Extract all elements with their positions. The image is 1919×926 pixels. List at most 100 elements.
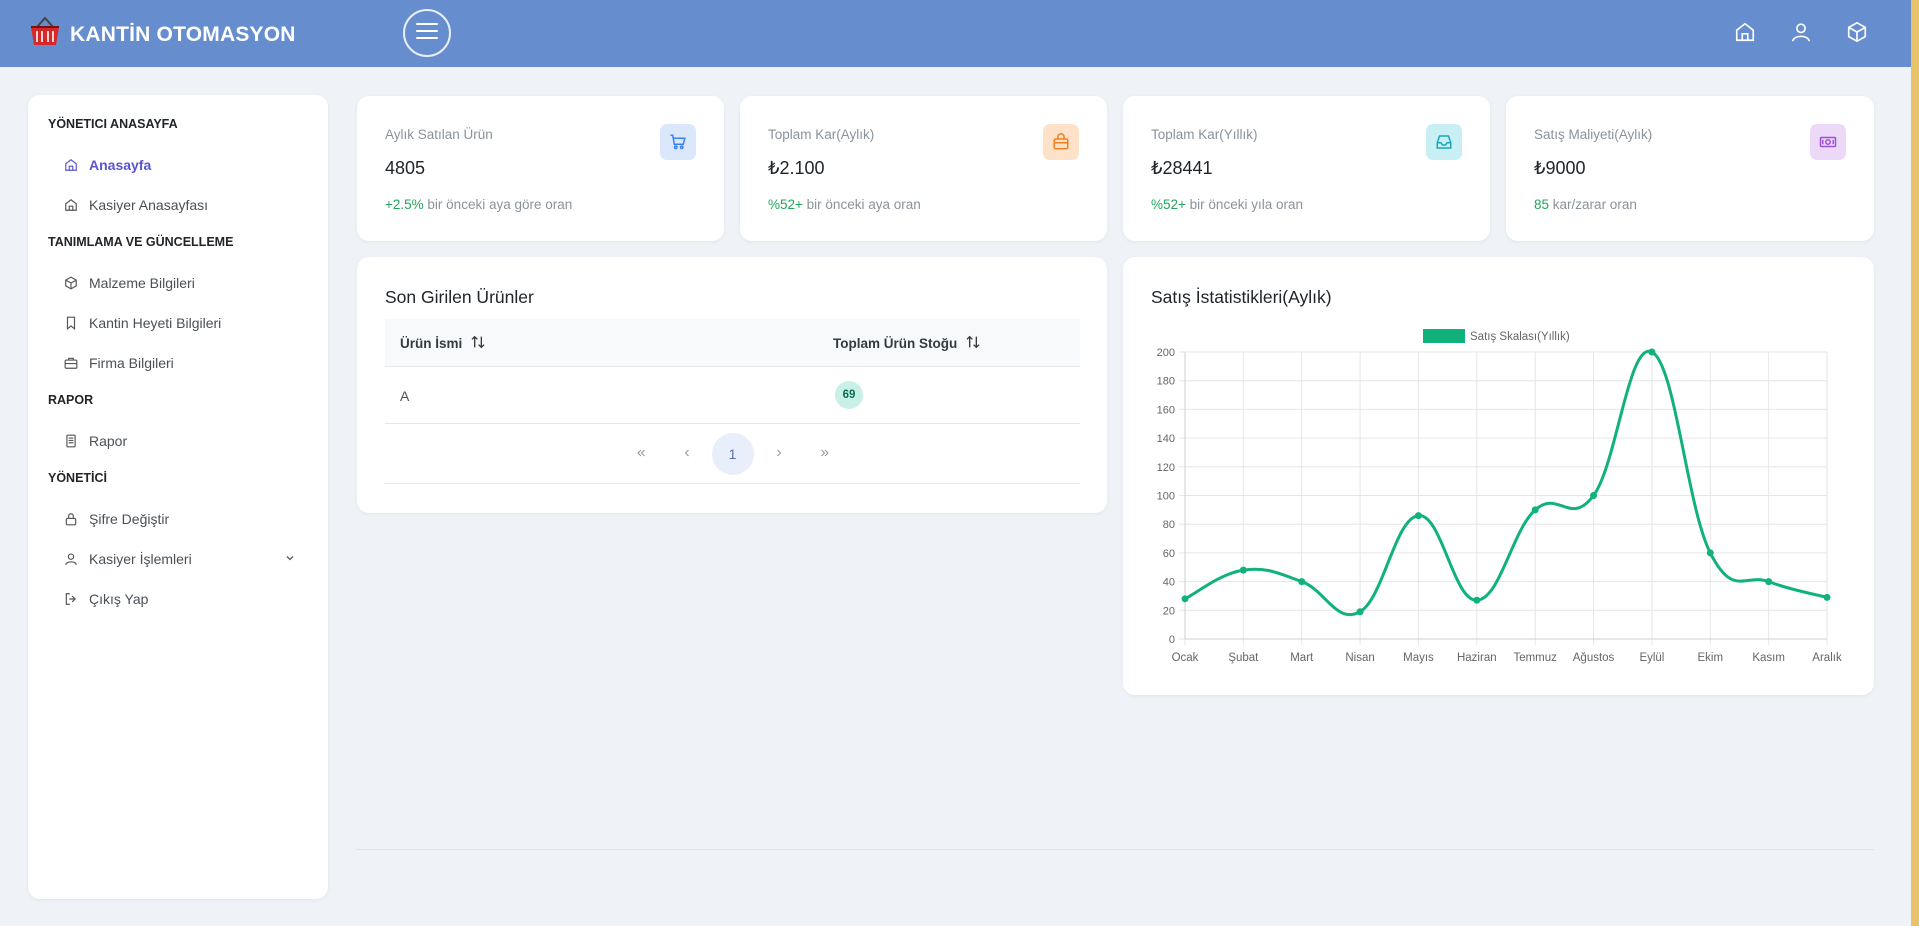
- app-logo[interactable]: KANTİN OTOMASYON: [28, 15, 296, 54]
- home-icon: [63, 157, 79, 173]
- table-header: Ürün İsmi Toplam Ürün Stoğu: [385, 319, 1080, 367]
- x-tick-label: Kasım: [1752, 652, 1785, 664]
- stat-value: ₺28441: [1151, 158, 1213, 178]
- y-tick-label: 200: [1157, 347, 1175, 359]
- column-label: Ürün İsmi: [400, 336, 463, 351]
- home-icon: [1734, 21, 1756, 48]
- page-button-current[interactable]: 1: [711, 432, 754, 475]
- stat-foot-text: bir önceki aya göre oran: [427, 197, 573, 212]
- x-tick-label: Haziran: [1457, 652, 1497, 664]
- sales-line-chart: 0 20 40 60 80 100 120 140 160 180 200 Ocak Şubat Mart…: [1157, 329, 1842, 664]
- y-tick-label: 100: [1157, 491, 1175, 503]
- profile-button[interactable]: [1787, 20, 1815, 48]
- stat-value: ₺2.100: [768, 158, 825, 178]
- sidebar-item-rapor[interactable]: Rapor: [48, 421, 308, 461]
- box-icon: [1846, 21, 1868, 48]
- column-header-product-name[interactable]: Ürün İsmi: [400, 334, 486, 353]
- y-tick-label: 120: [1157, 462, 1175, 474]
- series-line: [1184, 350, 1828, 616]
- stat-footer: 85 kar/zarar oran: [1534, 197, 1637, 212]
- sidebar-item-label: Anasayfa: [89, 157, 152, 173]
- sidebar-item-sifre-degistir[interactable]: Şifre Değiştir: [48, 499, 308, 539]
- user-icon: [1790, 21, 1812, 48]
- x-tick-label: Nisan: [1345, 652, 1374, 664]
- data-point: [1823, 593, 1831, 601]
- stat-card-monthly-profit: Toplam Kar(Aylık) ₺2.100 %52+ bir önceki…: [740, 96, 1107, 241]
- stat-delta: +2.5%: [385, 197, 424, 212]
- card-title: Son Girilen Ürünler: [385, 287, 534, 307]
- x-tick-label: Ocak: [1172, 652, 1199, 664]
- stat-value: ₺9000: [1534, 158, 1586, 178]
- stat-foot-text: bir önceki aya oran: [806, 197, 921, 212]
- stat-title: Aylık Satılan Ürün: [385, 127, 493, 142]
- data-point: [1181, 595, 1189, 603]
- data-point: [1648, 348, 1656, 356]
- stat-card-sales-cost: Satış Maliyeti(Aylık) ₺9000 85 kar/zarar…: [1506, 96, 1874, 241]
- first-page-button[interactable]: [620, 433, 662, 475]
- sidebar-item-kantin-heyeti[interactable]: Kantin Heyeti Bilgileri: [48, 303, 308, 343]
- sales-chart-card: Satış İstatistikleri(Aylık) 0 20 40 60 80 100…: [1123, 257, 1874, 695]
- y-tick-label: 0: [1169, 634, 1175, 646]
- bookmark-icon: [63, 315, 79, 331]
- next-page-button[interactable]: [758, 433, 800, 475]
- user-icon: [63, 551, 79, 567]
- menu-toggle-button[interactable]: [403, 9, 451, 57]
- data-point: [1590, 492, 1598, 499]
- sidebar-item-firma-bilgileri[interactable]: Firma Bilgileri: [48, 343, 308, 383]
- sidebar-item-kasiyer-anasayfasi[interactable]: Kasiyer Anasayfası: [48, 185, 308, 225]
- data-point: [1298, 578, 1306, 586]
- stat-delta: %52+: [768, 197, 803, 212]
- sidebar-section-title: YÖNETICI ANASAYFA: [48, 117, 178, 131]
- legend-swatch: [1423, 329, 1465, 343]
- hamburger-icon: [416, 22, 438, 45]
- y-tick-label: 80: [1163, 519, 1175, 531]
- stat-value: 4805: [385, 158, 426, 178]
- data-point: [1239, 566, 1247, 574]
- y-tick-label: 180: [1157, 376, 1175, 388]
- box-button[interactable]: [1843, 20, 1871, 48]
- logout-icon: [63, 591, 79, 607]
- money-icon: [1810, 124, 1846, 160]
- basket-icon: [28, 15, 62, 54]
- column-header-total-stock[interactable]: Toplam Ürün Stoğu: [833, 334, 981, 353]
- sidebar-item-label: Kantin Heyeti Bilgileri: [89, 315, 222, 331]
- sidebar-section-title: TANIMLAMA VE GÜNCELLEME: [48, 235, 234, 249]
- data-point: [1414, 512, 1422, 520]
- data-point: [1531, 506, 1539, 514]
- stat-delta: %52+: [1151, 197, 1186, 212]
- data-point: [1706, 549, 1714, 557]
- stat-foot-text: bir önceki yıla oran: [1189, 197, 1303, 212]
- sidebar-item-label: Firma Bilgileri: [89, 355, 174, 371]
- inbox-icon: [1426, 124, 1462, 160]
- stat-footer: %52+ bir önceki aya oran: [768, 197, 921, 212]
- product-name-cell: A: [400, 388, 410, 404]
- stat-footer: +2.5% bir önceki aya göre oran: [385, 197, 572, 212]
- x-tick-label: Mart: [1290, 652, 1314, 664]
- y-tick-label: 40: [1163, 577, 1175, 589]
- x-tick-label: Ağustos: [1573, 652, 1615, 664]
- chevron-left-icon: [681, 446, 693, 462]
- x-tick-label: Mayıs: [1403, 652, 1434, 664]
- sidebar-section-title: RAPOR: [48, 393, 94, 407]
- data-point: [1473, 596, 1481, 604]
- prev-page-button[interactable]: [666, 433, 708, 475]
- sidebar-item-anasayfa[interactable]: Anasayfa: [48, 145, 308, 185]
- sidebar: YÖNETICI ANASAYFA Anasayfa Kasiyer Anasa…: [28, 95, 328, 899]
- chevron-down-icon[interactable]: [284, 551, 296, 567]
- recent-products-card: Son Girilen Ürünler Ürün İsmi Toplam Ürü…: [357, 257, 1107, 513]
- sidebar-item-cikis-yap[interactable]: Çıkış Yap: [48, 579, 308, 619]
- stat-title: Toplam Kar(Yıllık): [1151, 127, 1258, 142]
- x-tick-label: Eylül: [1639, 652, 1664, 664]
- report-icon: [63, 433, 79, 449]
- column-label: Toplam Ürün Stoğu: [833, 336, 958, 351]
- x-tick-label: Temmuz: [1513, 652, 1557, 664]
- sidebar-item-malzeme-bilgileri[interactable]: Malzeme Bilgileri: [48, 263, 308, 303]
- table-row[interactable]: A 69: [385, 367, 1080, 424]
- legend-label: Satış Skalası(Yıllık): [1470, 331, 1570, 343]
- last-page-button[interactable]: [804, 433, 846, 475]
- stat-title: Satış Maliyeti(Aylık): [1534, 127, 1653, 142]
- x-tick-label: Aralık: [1812, 652, 1842, 664]
- home-button[interactable]: [1731, 20, 1759, 48]
- sidebar-item-kasiyer-islemleri[interactable]: Kasiyer İşlemleri: [48, 539, 308, 579]
- sidebar-item-label: Kasiyer İşlemleri: [89, 551, 192, 567]
